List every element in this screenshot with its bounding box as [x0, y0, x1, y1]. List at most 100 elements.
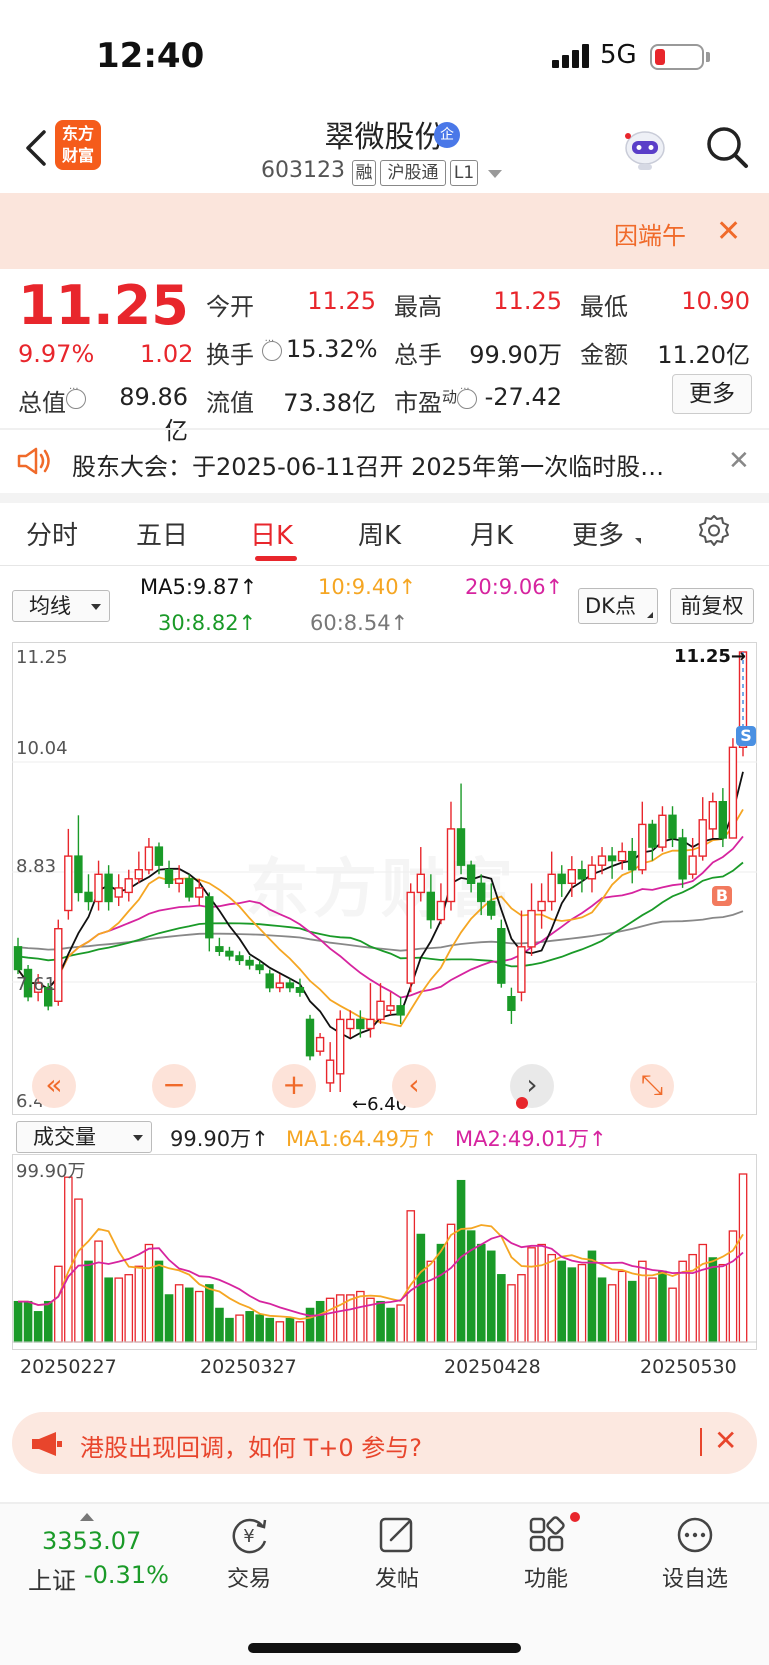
candle-body — [376, 1000, 385, 1021]
info-icon[interactable] — [261, 336, 282, 361]
info-icon[interactable] — [66, 384, 86, 409]
scroll-left-button[interactable]: ‹ — [392, 1064, 436, 1108]
candle-body — [225, 950, 234, 957]
candle-body — [356, 1018, 365, 1030]
volume-bar — [33, 1311, 43, 1343]
volume-bar — [547, 1253, 557, 1343]
volume-bar — [527, 1247, 536, 1343]
candle-body — [235, 955, 244, 962]
index-value[interactable]: 3353.07 — [42, 1527, 141, 1555]
nav-add-watchlist[interactable]: 设自选 — [635, 1515, 755, 1593]
caret-up-icon[interactable] — [80, 1513, 94, 1521]
fullscreen-button[interactable]: ⤡ — [630, 1064, 674, 1108]
tab-five-day[interactable]: 五日 — [136, 515, 188, 552]
volume-value: 99.90万 — [469, 341, 562, 369]
volume-bar — [557, 1260, 567, 1343]
volume-bar — [335, 1294, 345, 1343]
promo-text[interactable]: 港股出现回调，如何 T+0 参与? — [80, 1428, 422, 1463]
info-icon[interactable] — [457, 384, 478, 409]
price-axis-label: 7.61 — [16, 974, 57, 995]
candle-body — [386, 1005, 395, 1011]
candle-body — [396, 1005, 405, 1016]
volume-bar — [315, 1300, 325, 1343]
candle-body — [315, 1036, 325, 1052]
candle-body — [628, 850, 637, 871]
ma10-value: 10:9.40↑ — [318, 575, 417, 599]
search-icon[interactable] — [704, 124, 750, 170]
adjust-mode-button[interactable]: 前复权 — [670, 588, 754, 624]
volume-bar — [114, 1277, 124, 1343]
volume-chart[interactable] — [12, 1154, 757, 1350]
candle-body — [416, 873, 425, 894]
candle-body — [184, 878, 194, 898]
index-change[interactable]: -0.31% — [84, 1561, 169, 1589]
volume-bar — [658, 1270, 667, 1343]
announcement-text[interactable]: 股东大会：于2025-06-11召开 2025年第一次临时股… — [72, 447, 664, 482]
indicator-selector[interactable]: 均线 — [12, 590, 110, 622]
candle-body — [507, 996, 516, 1012]
tab-more[interactable]: 更多 — [572, 515, 624, 552]
price-axis-label: 10.04 — [16, 738, 68, 759]
scroll-dot — [516, 1097, 528, 1109]
candle-body — [255, 964, 264, 971]
nav-label: 交易 — [226, 1567, 271, 1592]
low-label: 最低 — [580, 293, 628, 321]
candle-body — [708, 800, 717, 830]
volume-bar — [406, 1210, 416, 1343]
dk-point-selector[interactable]: DK点 — [578, 588, 658, 624]
sell-marker[interactable]: S — [736, 726, 756, 746]
volume-bar — [245, 1311, 254, 1343]
home-indicator — [248, 1643, 521, 1653]
turnover-label: 换手 — [206, 335, 282, 370]
robot-assistant-icon[interactable] — [620, 126, 670, 172]
volume-ma2: MA2:49.01万↑ — [455, 1127, 607, 1151]
volume-bar — [617, 1270, 627, 1343]
ma60-value: 60:8.54↑ — [310, 611, 409, 635]
index-name[interactable]: 上证 — [28, 1561, 76, 1596]
sub-indicator-selector[interactable]: 成交量 — [16, 1121, 152, 1153]
candle-body — [718, 800, 727, 839]
candle-body — [134, 868, 144, 880]
tab-intraday[interactable]: 分时 — [26, 515, 78, 552]
nav-trade[interactable]: ¥ 交易 — [189, 1515, 309, 1593]
announcement-close-icon[interactable]: ✕ — [728, 446, 750, 476]
promo-close-icon[interactable]: ✕ — [714, 1424, 737, 1457]
buy-marker[interactable]: B — [712, 886, 732, 906]
banner-close-icon[interactable]: ✕ — [716, 214, 741, 249]
candle-body — [114, 887, 123, 898]
volume-bar — [174, 1284, 184, 1343]
volume-bar — [376, 1300, 385, 1343]
chevron-down-icon[interactable] — [488, 170, 502, 178]
date-label: 20250428 — [444, 1356, 541, 1378]
gear-icon[interactable] — [697, 514, 731, 548]
volume-bar — [164, 1294, 174, 1343]
low-value: 10.90 — [681, 287, 750, 315]
mktcap-value: 89.86亿 — [119, 383, 188, 445]
zoom-out-button[interactable]: − — [152, 1064, 196, 1108]
candle-body — [94, 873, 103, 903]
tab-weekly-k[interactable]: 周K — [358, 515, 401, 552]
candle-body — [587, 864, 597, 880]
volume-bar — [486, 1250, 496, 1343]
kline-chart[interactable] — [12, 642, 757, 1115]
nav-post[interactable]: 发帖 — [337, 1515, 457, 1593]
change-percent: 9.97% — [18, 340, 95, 368]
megaphone-icon — [32, 1432, 62, 1456]
tab-monthly-k[interactable]: 月K — [470, 515, 513, 552]
candle-body — [607, 855, 617, 862]
scroll-start-button[interactable]: « — [32, 1064, 76, 1108]
volume-bar — [436, 1243, 446, 1343]
more-button[interactable]: 更多 — [672, 374, 752, 414]
zoom-in-button[interactable]: + — [272, 1064, 316, 1108]
candle-body — [366, 1018, 375, 1030]
candle-body — [456, 828, 466, 866]
candle-body — [124, 878, 133, 894]
tab-daily-k[interactable]: 日K — [250, 515, 293, 552]
candle-body — [698, 819, 707, 857]
volume-bar — [577, 1263, 587, 1343]
nav-features[interactable]: 功能 — [486, 1515, 606, 1593]
volume-ma1: MA1:64.49万↑ — [286, 1127, 438, 1151]
compose-icon — [379, 1517, 413, 1553]
high-value: 11.25 — [493, 287, 562, 315]
date-label: 20250530 — [640, 1356, 737, 1378]
